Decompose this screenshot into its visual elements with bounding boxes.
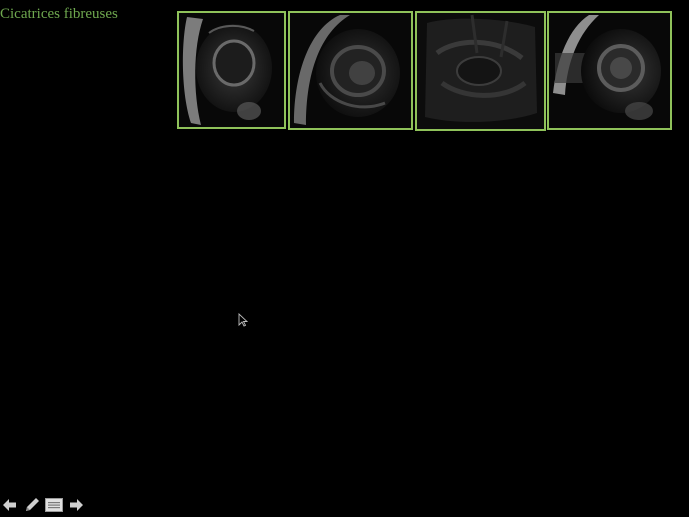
cardiac-mri-image <box>549 13 670 128</box>
previous-slide-icon <box>3 499 16 511</box>
slide-menu-button[interactable] <box>44 496 64 514</box>
mri-thumbnail-3[interactable] <box>415 11 546 131</box>
previous-slide-button[interactable] <box>0 496 20 514</box>
mri-thumbnail-1[interactable] <box>177 11 286 129</box>
slide-navigation-bar <box>0 496 86 514</box>
slide-title: Cicatrices fibreuses <box>0 6 118 22</box>
slide-menu-icon <box>45 498 63 512</box>
cardiac-mri-image <box>417 13 544 129</box>
cardiac-mri-image <box>179 13 284 127</box>
next-slide-icon <box>70 499 83 511</box>
pen-button[interactable] <box>22 496 42 514</box>
mouse-cursor-icon <box>238 313 248 327</box>
cardiac-mri-image <box>290 13 411 128</box>
pen-icon <box>26 498 39 511</box>
mri-thumbnail-4[interactable] <box>547 11 672 130</box>
mri-thumbnail-2[interactable] <box>288 11 413 130</box>
next-slide-button[interactable] <box>66 496 86 514</box>
